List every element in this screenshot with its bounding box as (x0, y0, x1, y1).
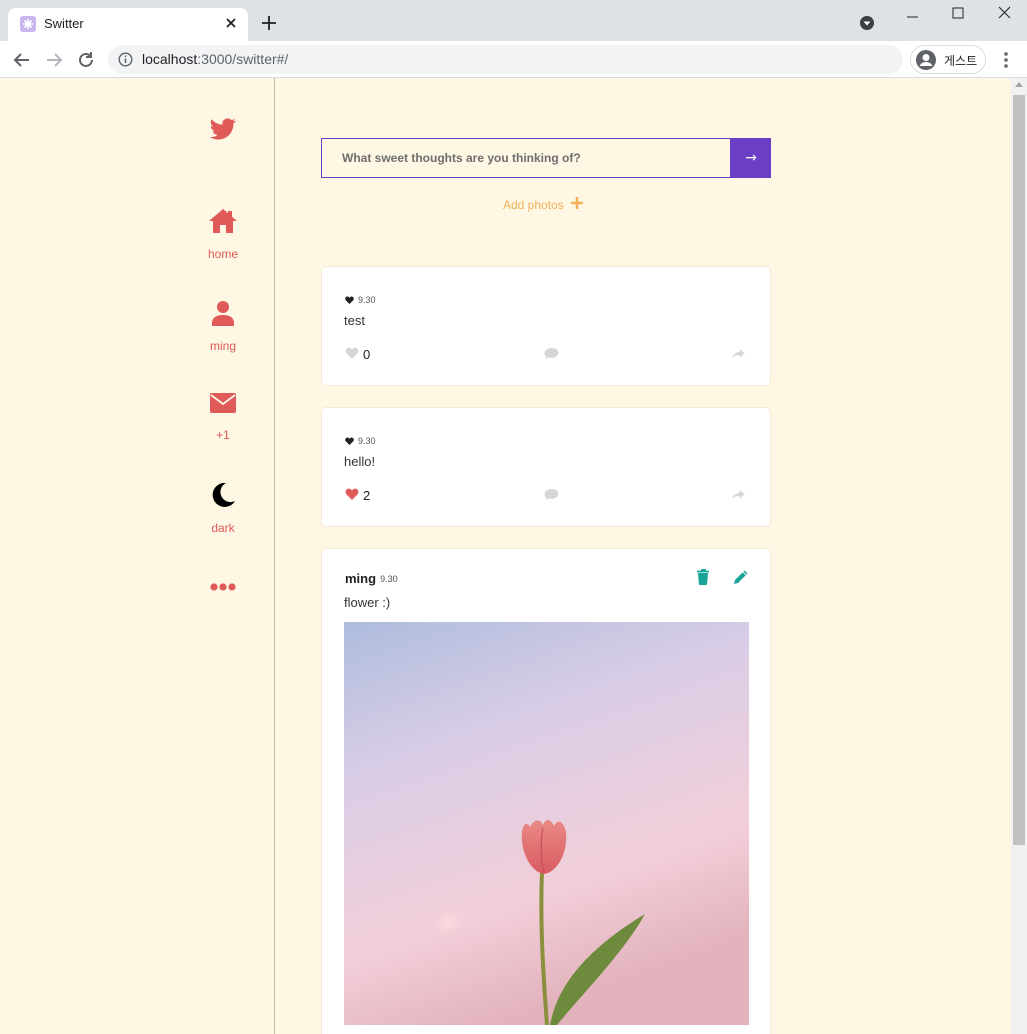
sidebar-item-label: home (207, 247, 239, 261)
small-heart-icon (345, 432, 354, 450)
card-meta: ming 9.30 (345, 571, 398, 586)
sweet-card: 9.30 hello! 2 (321, 407, 771, 527)
tab-search-icon[interactable] (858, 14, 876, 32)
sidebar-item-profile[interactable]: ming (172, 300, 274, 353)
like-button[interactable]: 0 (345, 347, 370, 362)
compose-form: → (321, 138, 771, 178)
heart-outline-icon (345, 347, 359, 362)
browser-tab[interactable]: Switter (8, 8, 248, 41)
forward-arrow-icon[interactable] (42, 48, 66, 72)
url-host: localhost (142, 51, 198, 67)
share-icon[interactable] (731, 347, 745, 365)
tab-title: Switter (44, 16, 84, 31)
maximize-window-icon[interactable] (946, 2, 970, 24)
moon-icon (172, 482, 274, 513)
browser-tabstrip: Switter (0, 0, 1027, 41)
sidebar-item-dark-mode[interactable]: dark (172, 482, 274, 535)
sidebar-item-messages[interactable]: +1 (172, 393, 274, 442)
browser-toolbar: localhost:3000/switter#/ 게스트 (0, 41, 1027, 78)
card-author: ming (345, 571, 377, 586)
compose-input[interactable] (321, 138, 731, 178)
compose-submit-button[interactable]: → (731, 138, 771, 178)
plus-icon (570, 196, 584, 213)
comment-icon[interactable] (544, 347, 559, 365)
sweet-card: 9.30 test 0 (321, 266, 771, 386)
sidebar-logo[interactable] (172, 118, 274, 145)
url-text: localhost:3000/switter#/ (142, 51, 288, 67)
more-dots-icon (172, 579, 274, 597)
switter-favicon-icon (20, 16, 36, 32)
add-photos-button[interactable]: Add photos (503, 196, 584, 213)
back-arrow-icon[interactable] (10, 48, 34, 72)
user-icon (172, 300, 274, 331)
tulip-photo (344, 622, 749, 1025)
card-meta: 9.30 (345, 432, 376, 450)
card-text: hello! (344, 454, 376, 469)
profile-button[interactable]: 게스트 (910, 45, 986, 74)
card-date: 9.30 (358, 436, 376, 446)
envelope-icon (172, 393, 274, 418)
sidebar-item-label: +1 (216, 428, 230, 442)
card-text: test (344, 313, 365, 328)
minimize-window-icon[interactable] (900, 4, 924, 22)
url-path: :3000/switter#/ (197, 51, 289, 67)
small-heart-icon (345, 291, 354, 309)
scrollbar-thumb[interactable] (1013, 95, 1025, 845)
card-date: 9.30 (358, 295, 376, 305)
switter-page: home ming +1 dark → (0, 78, 1011, 1034)
scroll-up-arrow-icon[interactable] (1015, 82, 1023, 87)
profile-avatar-icon (915, 49, 937, 71)
pencil-icon[interactable] (733, 569, 749, 590)
sidebar-item-label: ming (209, 339, 236, 353)
home-icon (172, 208, 274, 239)
twitter-bird-icon (172, 118, 274, 145)
close-tab-icon[interactable] (222, 14, 240, 32)
card-meta: 9.30 (345, 291, 376, 309)
sidebar-item-more[interactable] (172, 579, 274, 597)
like-count: 0 (363, 347, 371, 362)
like-button[interactable]: 2 (345, 488, 370, 503)
trash-icon[interactable] (696, 569, 710, 590)
sweet-card: ming 9.30 flower :) (321, 548, 771, 1034)
like-count: 2 (363, 488, 371, 503)
browser-menu-icon[interactable] (996, 49, 1016, 71)
card-date: 9.30 (380, 573, 398, 584)
sidebar-item-label: dark (211, 521, 235, 535)
heart-filled-icon (345, 488, 359, 503)
sidebar-item-home[interactable]: home (172, 208, 274, 261)
reload-icon[interactable] (74, 48, 98, 72)
share-icon[interactable] (731, 488, 745, 506)
address-bar[interactable]: localhost:3000/switter#/ (108, 45, 903, 74)
new-tab-icon[interactable] (258, 12, 280, 34)
add-photos-label: Add photos (503, 197, 564, 212)
card-text: flower :) (344, 595, 391, 610)
site-info-icon[interactable] (118, 52, 133, 67)
page-scrollbar[interactable] (1011, 78, 1027, 1034)
sidebar: home ming +1 dark (0, 78, 275, 1034)
close-window-icon[interactable] (992, 2, 1016, 24)
profile-label: 게스트 (944, 54, 978, 68)
comment-icon[interactable] (544, 488, 559, 506)
